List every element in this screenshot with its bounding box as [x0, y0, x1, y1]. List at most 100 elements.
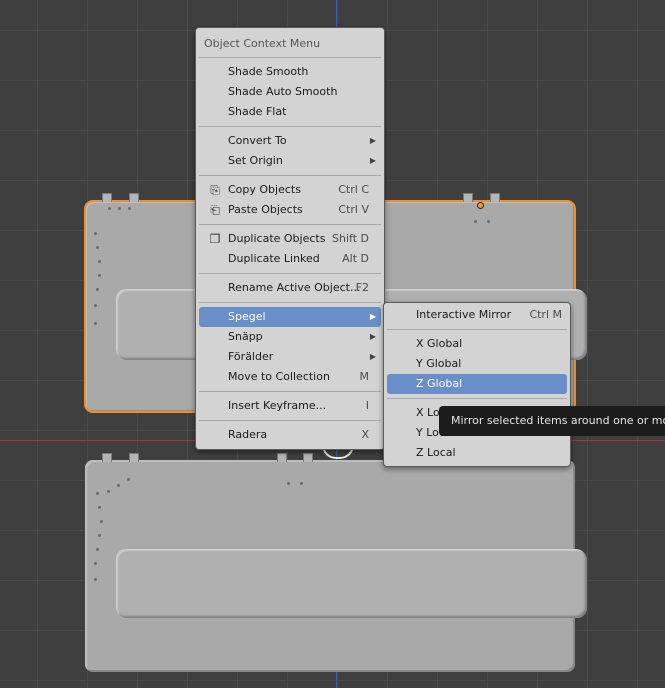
- menu-item-interactive-mirror[interactable]: Interactive Mirror Ctrl M: [387, 305, 567, 325]
- menu-item-convert-to[interactable]: Convert To ▶: [199, 131, 381, 151]
- submenu-arrow-icon: ▶: [369, 312, 376, 321]
- mesh-vertex-dot: [287, 482, 290, 485]
- mesh-vertex-dot: [98, 506, 101, 509]
- menu-separator: [199, 302, 381, 303]
- menu-item-shortcut: F2: [355, 281, 369, 294]
- menu-item-z-local[interactable]: Z Local: [387, 443, 567, 463]
- mesh-vertex-dot: [96, 548, 99, 551]
- menu-item-shade-flat[interactable]: Shade Flat: [199, 102, 381, 122]
- menu-item-shortcut: Alt D: [342, 252, 369, 265]
- mesh-vertex-dot: [118, 207, 121, 210]
- menu-item-label: X Global: [416, 337, 463, 350]
- menu-item-shortcut: Ctrl M: [529, 308, 562, 321]
- menu-separator: [199, 420, 381, 421]
- menu-item-z-global[interactable]: Z Global: [387, 374, 567, 394]
- menu-item-label: Shade Auto Smooth: [228, 85, 338, 98]
- menu-item-shortcut: Ctrl C: [338, 183, 369, 196]
- menu-item-x-global[interactable]: X Global: [387, 334, 567, 354]
- mesh-vertex-dot: [127, 478, 130, 481]
- menu-separator: [199, 273, 381, 274]
- menu-item-label: Paste Objects: [228, 203, 303, 216]
- menu-item-move-to-collection[interactable]: Move to Collection M: [199, 367, 381, 387]
- mesh-tab: [277, 453, 287, 462]
- menu-separator: [199, 224, 381, 225]
- menu-item-insert-keyframe[interactable]: Insert Keyframe... I: [199, 396, 381, 416]
- mesh-vertex-dot: [128, 207, 131, 210]
- menu-item-label: Förälder: [228, 350, 274, 363]
- menu-separator: [387, 329, 567, 330]
- mesh-vertex-dot: [474, 220, 477, 223]
- mesh-vertex-dot: [107, 490, 110, 493]
- menu-item-shortcut: Ctrl V: [338, 203, 369, 216]
- mesh-tab: [102, 193, 112, 202]
- mesh-vertex-dot: [300, 482, 303, 485]
- menu-item-shortcut: Shift D: [332, 232, 369, 245]
- menu-item-label: Rename Active Object...: [228, 281, 361, 294]
- menu-separator: [199, 57, 381, 58]
- menu-separator: [387, 398, 567, 399]
- menu-item-set-origin[interactable]: Set Origin ▶: [199, 151, 381, 171]
- mesh-inset-panel: [117, 550, 587, 618]
- menu-separator: [199, 126, 381, 127]
- menu-item-label: Interactive Mirror: [416, 308, 512, 321]
- menu-item-spegel[interactable]: Spegel ▶: [199, 307, 381, 327]
- menu-item-label: Snäpp: [228, 330, 263, 343]
- menu-item-label: Duplicate Linked: [228, 252, 320, 265]
- menu-item-label: Set Origin: [228, 154, 283, 167]
- mesh-vertex-dot: [117, 484, 120, 487]
- mesh-tab: [129, 453, 139, 462]
- menu-item-y-global[interactable]: Y Global: [387, 354, 567, 374]
- menu-item-shortcut: M: [359, 370, 370, 383]
- menu-item-shade-auto-smooth[interactable]: Shade Auto Smooth: [199, 82, 381, 102]
- menu-item-foralder[interactable]: Förälder ▶: [199, 347, 381, 367]
- menu-item-label: Convert To: [228, 134, 287, 147]
- mesh-vertex-dot: [96, 288, 99, 291]
- mirror-submenu: Interactive Mirror Ctrl M X Global Y Glo…: [383, 302, 571, 467]
- menu-item-shortcut: X: [361, 428, 369, 441]
- mesh-tab: [102, 453, 112, 462]
- menu-item-label: Y Global: [416, 357, 462, 370]
- mesh-tab: [463, 193, 473, 202]
- menu-item-label: Shade Smooth: [228, 65, 309, 78]
- mesh-object-bottom[interactable]: [85, 460, 587, 672]
- menu-separator: [199, 391, 381, 392]
- menu-item-duplicate-objects[interactable]: ❐ Duplicate Objects Shift D: [199, 229, 381, 249]
- mesh-tab: [303, 453, 313, 462]
- mesh-vertex-dot: [94, 232, 97, 235]
- mesh-vertex-dot: [98, 260, 101, 263]
- menu-item-paste-objects[interactable]: ⎗ Paste Objects Ctrl V: [199, 200, 381, 220]
- menu-item-copy-objects[interactable]: ⎘ Copy Objects Ctrl C: [199, 180, 381, 200]
- menu-item-rename-active-object[interactable]: Rename Active Object... F2: [199, 278, 381, 298]
- submenu-arrow-icon: ▶: [369, 156, 376, 165]
- menu-title: Object Context Menu: [204, 37, 321, 50]
- menu-item-label: Radera: [228, 428, 268, 441]
- menu-item-label: Shade Flat: [228, 105, 287, 118]
- mesh-vertex-dot: [94, 304, 97, 307]
- menu-item-radera[interactable]: Radera X: [199, 425, 381, 445]
- submenu-arrow-icon: ▶: [369, 332, 376, 341]
- mesh-vertex-dot: [98, 534, 101, 537]
- mesh-vertex-dot: [94, 578, 97, 581]
- mesh-vertex-dot: [98, 274, 101, 277]
- menu-item-shade-smooth[interactable]: Shade Smooth: [199, 62, 381, 82]
- menu-item-label: Z Global: [416, 377, 463, 390]
- menu-item-snapp[interactable]: Snäpp ▶: [199, 327, 381, 347]
- menu-item-label: Move to Collection: [228, 370, 330, 383]
- object-context-menu: Object Context Menu Shade Smooth Shade A…: [195, 27, 385, 450]
- tooltip: Mirror selected items around one or more…: [439, 406, 665, 436]
- menu-item-label: Copy Objects: [228, 183, 301, 196]
- menu-item-label: Insert Keyframe...: [228, 399, 327, 412]
- submenu-arrow-icon: ▶: [369, 352, 376, 361]
- menu-item-shortcut: I: [365, 399, 369, 412]
- mesh-vertex-dot: [100, 520, 103, 523]
- object-origin-point[interactable]: [477, 202, 484, 209]
- mesh-vertex-dot: [94, 322, 97, 325]
- submenu-arrow-icon: ▶: [369, 136, 376, 145]
- paste-icon: ⎗: [210, 203, 220, 217]
- tooltip-text: Mirror selected items around one or more…: [451, 414, 665, 427]
- menu-item-duplicate-linked[interactable]: Duplicate Linked Alt D: [199, 249, 381, 269]
- menu-item-label: Z Local: [416, 446, 456, 459]
- mesh-vertex-dot: [96, 492, 99, 495]
- mesh-tab: [129, 193, 139, 202]
- duplicate-icon: ❐: [209, 232, 221, 246]
